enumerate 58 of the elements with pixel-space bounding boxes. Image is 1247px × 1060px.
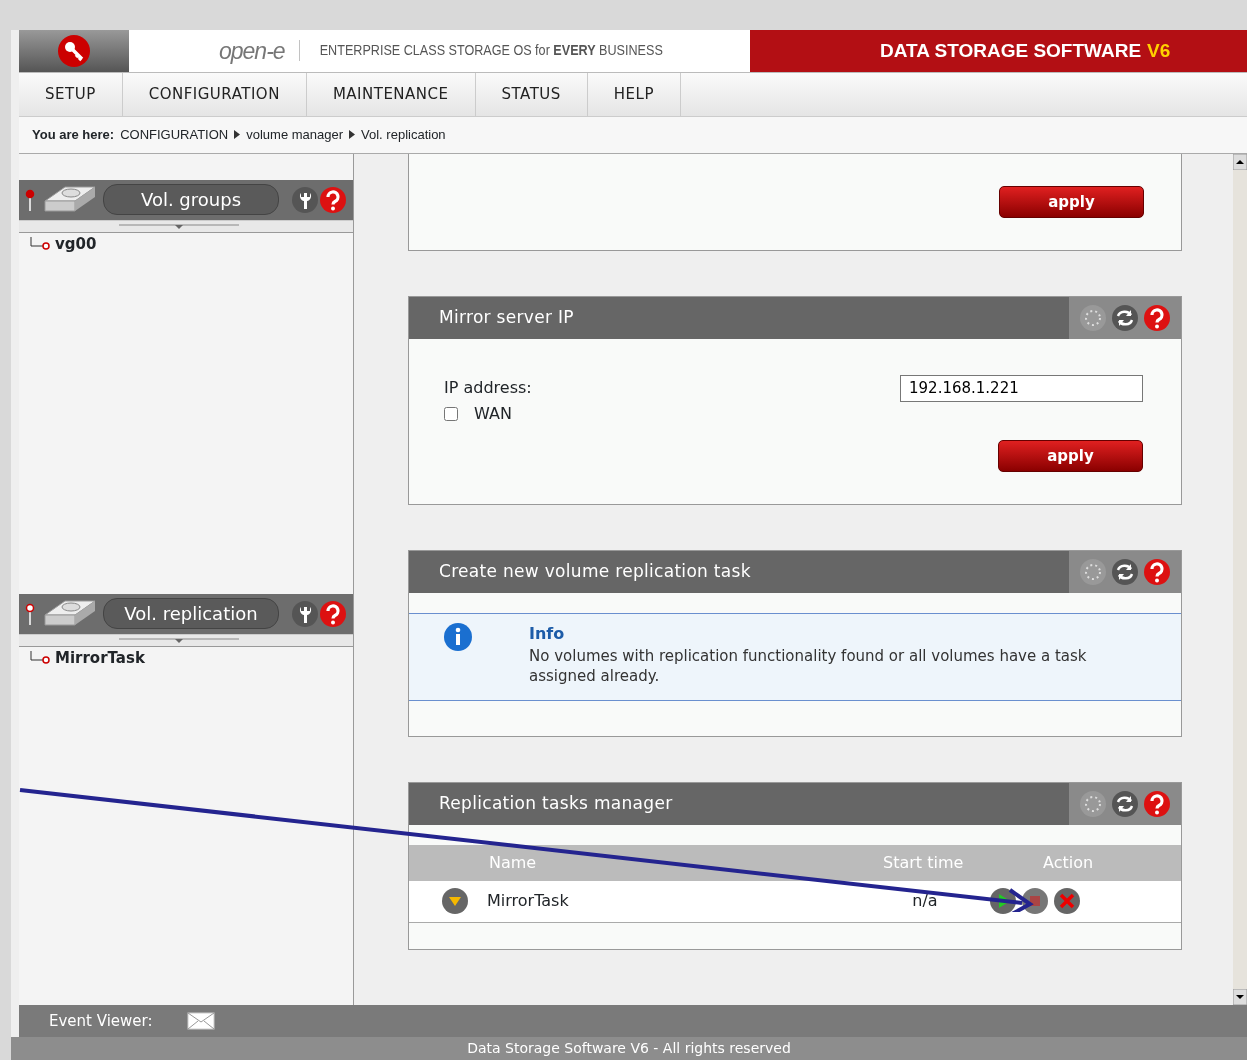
scroll-down-arrow[interactable] <box>1233 989 1247 1006</box>
product-name: DATA STORAGE SOFTWARE <box>880 38 1142 63</box>
section-title[interactable]: Vol. replication <box>103 598 279 630</box>
section-title[interactable]: Vol. groups <box>103 184 279 216</box>
menu-tab[interactable]: HELP <box>587 72 681 116</box>
wan-checkbox[interactable] <box>444 406 458 421</box>
breadcrumb-link[interactable]: CONFIGURATION <box>120 125 229 145</box>
help-icon[interactable] <box>319 599 347 628</box>
help-icon[interactable] <box>1143 789 1171 818</box>
play-icon[interactable] <box>989 887 1017 916</box>
wrench-icon[interactable] <box>291 599 319 628</box>
caret-icon <box>234 130 241 140</box>
field-label: IP address: <box>444 377 532 400</box>
apply-button[interactable]: apply <box>998 439 1143 472</box>
column-header: Name <box>489 851 538 874</box>
tagline: ENTERPRISE CLASS STORAGE OS for EVERY BUSINESS <box>298 40 663 62</box>
breadcrumb-label: You are here: <box>32 126 115 145</box>
ip-address-field[interactable]: 192.168.1.221 <box>900 374 1143 402</box>
info-title: Info <box>529 622 566 645</box>
help-icon[interactable] <box>1143 557 1171 586</box>
refresh-icon[interactable] <box>1111 789 1139 818</box>
footer-text: Data Storage Software V6 - All rights reserved <box>11 1037 1247 1060</box>
product-version: V6 <box>1147 38 1171 63</box>
caret-icon <box>349 130 356 140</box>
info-text: No volumes with replication functionality found or all volumes have a task assigned already. <box>529 645 1088 687</box>
breadcrumb-link[interactable]: volume manager <box>246 125 344 145</box>
tree-branch-icon <box>29 651 51 666</box>
refresh-icon[interactable] <box>1111 303 1139 332</box>
refresh-icon[interactable] <box>1111 557 1139 586</box>
wrench-icon[interactable] <box>291 185 319 214</box>
menu-tab[interactable]: STATUS <box>475 72 588 116</box>
column-header: Action <box>1043 851 1094 874</box>
scrollbar[interactable] <box>1233 153 1247 1006</box>
table-cell-text: MirrorTask <box>487 890 570 913</box>
tree-item[interactable]: vg00 <box>55 232 97 256</box>
brand-logo: open-e <box>219 36 285 66</box>
menu-tab[interactable]: MAINTENANCE <box>306 72 476 116</box>
delete-icon[interactable] <box>1053 887 1081 916</box>
help-icon[interactable] <box>1143 303 1171 332</box>
table-cell-text: n/a <box>911 890 939 913</box>
apply-button[interactable]: apply <box>999 185 1144 218</box>
panel-title: Mirror server IP <box>438 306 574 330</box>
breadcrumb-link[interactable]: Vol. replication <box>361 125 446 145</box>
menu-tab[interactable]: SETUP <box>19 72 123 116</box>
event-viewer-label: Event Viewer: <box>49 1010 153 1032</box>
info-icon <box>443 621 473 652</box>
expand-icon[interactable] <box>441 887 469 916</box>
stop-icon[interactable] <box>1021 887 1049 916</box>
panel-title: Replication tasks manager <box>438 792 673 816</box>
key-icon[interactable] <box>57 33 91 68</box>
mail-icon[interactable] <box>186 1012 215 1031</box>
panel-title: Create new volume replication task <box>438 560 751 584</box>
column-header: Start time <box>883 851 965 874</box>
tree-item[interactable]: MirrorTask <box>55 646 145 670</box>
tree-branch-icon <box>29 237 51 252</box>
checkbox-label: WAN <box>474 402 512 425</box>
help-icon[interactable] <box>319 185 347 214</box>
menu-tab[interactable]: CONFIGURATION <box>122 72 307 116</box>
